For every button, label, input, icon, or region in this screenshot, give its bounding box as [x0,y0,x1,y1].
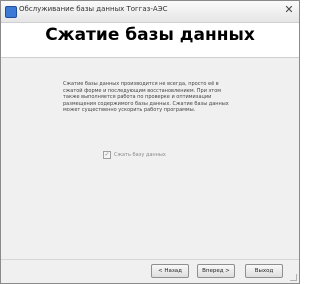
next-button[interactable]: Вперед > [197,264,235,278]
exit-button[interactable]: Выход [245,264,283,278]
compress-checkbox-label: Сжать базу данных [114,152,166,158]
close-icon[interactable]: ✕ [283,4,295,16]
description-text: Сжатие базы данных производится не всегд… [63,81,229,113]
app-icon [5,6,17,18]
compress-checkbox[interactable]: ✓ [103,151,111,159]
check-icon: ✓ [104,151,110,158]
title-bar[interactable]: Обслуживание базы данных Тоггаз-АЭС ✕ [1,1,299,23]
footer-divider [1,259,299,260]
wizard-window: Обслуживание базы данных Тоггаз-АЭС ✕ Сж… [0,0,300,284]
window-title: Обслуживание базы данных Тоггаз-АЭС [19,5,168,13]
page-title: Сжатие базы данных [45,25,255,45]
back-button[interactable]: < Назад [151,264,189,278]
resize-grip[interactable] [290,274,297,281]
content-panel: Сжатие базы данных производится не всегд… [11,67,289,247]
page-header: Сжатие базы данных [1,23,299,58]
